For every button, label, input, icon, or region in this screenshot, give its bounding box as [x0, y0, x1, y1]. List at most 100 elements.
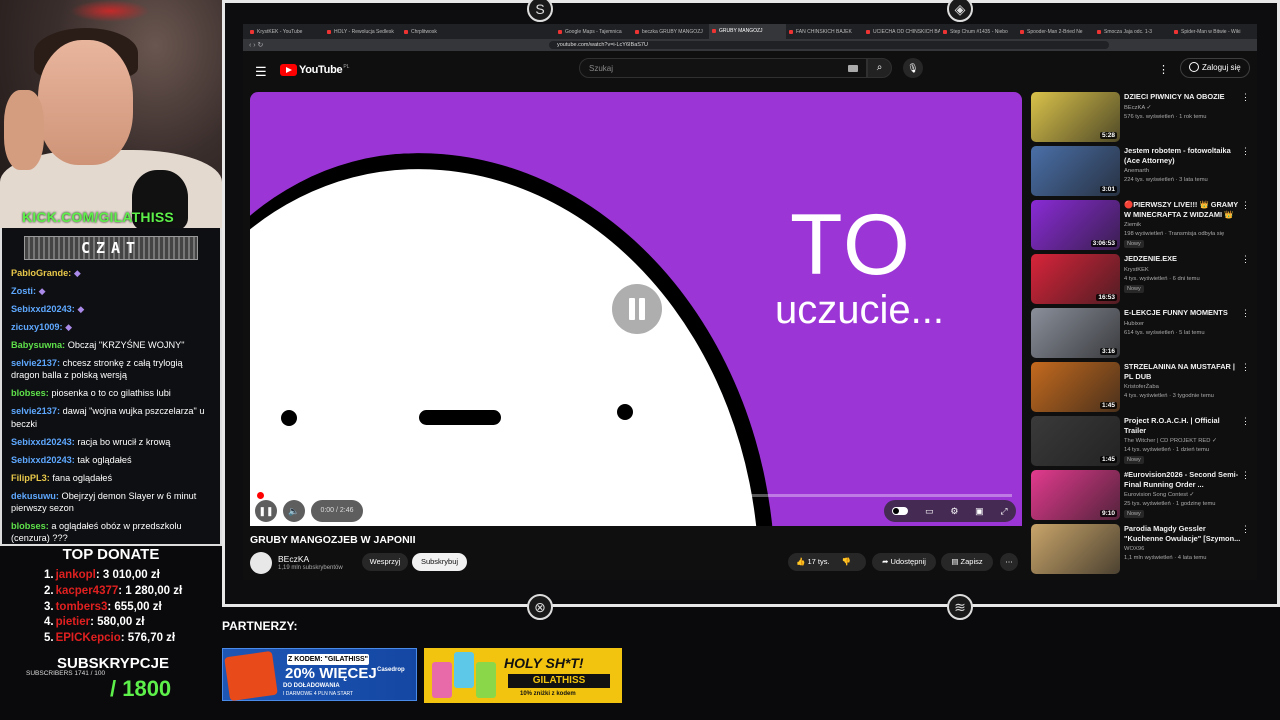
- chat-username[interactable]: selvie2137:: [11, 358, 60, 368]
- browser-tab[interactable]: FAN CHIŃSKICH BAJEK: [786, 29, 863, 35]
- scrubber-handle[interactable]: [257, 492, 264, 499]
- recommended-channel[interactable]: Hubixer: [1124, 320, 1244, 328]
- more-icon[interactable]: ⋮: [1241, 524, 1250, 535]
- video-thumbnail[interactable]: 1:45: [1031, 362, 1120, 412]
- recommended-channel[interactable]: The Witcher | CD PROJEKT RED ✓: [1124, 437, 1244, 445]
- chat-username[interactable]: Sebixxd20243:: [11, 455, 75, 465]
- chat-username[interactable]: zicuxy1009:: [11, 322, 63, 332]
- browser-tab[interactable]: KrystKEK - YouTube: [247, 29, 324, 35]
- nav-buttons[interactable]: ‹ › ↻: [249, 41, 279, 49]
- recommended-channel[interactable]: WOX96: [1124, 545, 1244, 553]
- recommended-title[interactable]: STRZELANINA NA MUSTAFAR | PL DUB: [1124, 362, 1242, 381]
- chat-username[interactable]: Zosti:: [11, 286, 36, 296]
- recommended-title[interactable]: 🔴PIERWSZY LIVE!!! 👑 GRAMY W MINECRAFTA Z…: [1124, 200, 1242, 219]
- browser-tab[interactable]: Step Chum #1435 - Niebo: [940, 29, 1017, 35]
- subscribe-button[interactable]: Subskrybuj: [412, 553, 467, 571]
- pause-overlay-icon[interactable]: [612, 284, 662, 334]
- browser-tab[interactable]: HOLY - Rewolucja Sedlesk: [324, 29, 401, 35]
- recommended-video[interactable]: 3:06:53 🔴PIERWSZY LIVE!!! 👑 GRAMY W MINEC…: [1031, 200, 1251, 251]
- progress-bar[interactable]: [257, 492, 1012, 499]
- recommended-channel[interactable]: Anemarth: [1124, 167, 1244, 175]
- chat-username[interactable]: Sebixxd20243:: [11, 437, 75, 447]
- browser-tab[interactable]: Spider-Man w Bitwie - Wiki: [1171, 29, 1248, 35]
- chat-username[interactable]: Babysuwna:: [11, 340, 65, 350]
- subtitles-icon[interactable]: ▭: [925, 506, 934, 517]
- chat-username[interactable]: dekusuwu:: [11, 491, 59, 501]
- browser-tab[interactable]: GRUBY MANGOZJ: [709, 24, 786, 39]
- more-icon[interactable]: ⋮: [1158, 63, 1169, 76]
- partner-banner-casedrop[interactable]: Z KODEM: "GILATHISS" 20% WIĘCEJ DO DOŁAD…: [222, 648, 417, 702]
- chat-username[interactable]: Sebixxd20243:: [11, 304, 75, 314]
- menu-icon[interactable]: ☰: [255, 64, 267, 80]
- more-actions-icon[interactable]: ⋯: [1000, 553, 1018, 571]
- video-thumbnail[interactable]: 1:45: [1031, 416, 1120, 466]
- video-thumbnail[interactable]: 3:06:53: [1031, 200, 1120, 250]
- chat-username[interactable]: blobses:: [11, 388, 49, 398]
- recommended-title[interactable]: JEDZENIE.EXE: [1124, 254, 1242, 264]
- recommended-channel[interactable]: KristoferŻaba: [1124, 383, 1244, 391]
- recommended-title[interactable]: DZIECI PIWNICY NA OBOZIE: [1124, 92, 1242, 102]
- more-icon[interactable]: ⋮: [1241, 146, 1250, 157]
- autoplay-toggle[interactable]: [892, 507, 909, 515]
- recommended-channel[interactable]: BEczKA ✓: [1124, 104, 1244, 112]
- recommended-video[interactable]: 1:45 Project R.O.A.C.H. | Official Traile…: [1031, 416, 1251, 467]
- url-field[interactable]: youtube.com/watch?v=i-LcY6IBaS7U: [549, 41, 1109, 49]
- browser-tab[interactable]: UCIECHA OD CHIŃSKICH BA: [863, 29, 940, 35]
- partner-banner-holyshit[interactable]: HOLY SH*T! GILATHISS 10% zniżki z kodem: [424, 648, 622, 703]
- recommended-channel[interactable]: KrystKEK: [1124, 266, 1244, 274]
- video-player[interactable]: TO uczucie... ❚❚ 🔈 0:00 / 2:46 ▭ ⚙ ▣ ⤢: [250, 92, 1022, 526]
- dislike-icon[interactable]: 👎: [842, 557, 851, 566]
- fullscreen-icon[interactable]: ⤢: [1000, 506, 1007, 517]
- volume-icon[interactable]: 🔈: [283, 500, 305, 522]
- recommended-video[interactable]: Parodia Magdy Gessler "Kuchenne Owulacje…: [1031, 524, 1251, 575]
- chat-username[interactable]: selvie2137:: [11, 406, 60, 416]
- recommended-video[interactable]: 1:45 STRZELANINA NA MUSTAFAR | PL DUB Kris…: [1031, 362, 1251, 413]
- chat-username[interactable]: blobses:: [11, 521, 49, 531]
- more-icon[interactable]: ⋮: [1241, 92, 1250, 103]
- channel-name[interactable]: BEczKA: [278, 554, 309, 564]
- recommended-title[interactable]: #Eurovision2026 - Second Semi-Final Runn…: [1124, 470, 1242, 489]
- more-icon[interactable]: ⋮: [1241, 308, 1250, 319]
- search-button[interactable]: ⌕: [867, 58, 892, 78]
- recommended-channel[interactable]: Ziemik: [1124, 221, 1244, 229]
- browser-tab[interactable]: Google Maps - Tajemnica: [555, 29, 632, 35]
- browser-tab[interactable]: Spooder-Man 2-Bried Ne: [1017, 29, 1094, 35]
- more-icon[interactable]: ⋮: [1241, 362, 1250, 373]
- browser-tab[interactable]: Smocza Jaja odc. 1-3: [1094, 29, 1171, 35]
- keyboard-icon[interactable]: [848, 65, 858, 72]
- voice-search-button[interactable]: 🎙: [903, 58, 923, 78]
- search-input[interactable]: Szukaj: [579, 58, 867, 78]
- pause-button[interactable]: ❚❚: [255, 500, 277, 522]
- more-icon[interactable]: ⋮: [1241, 416, 1250, 427]
- video-thumbnail[interactable]: 3:01: [1031, 146, 1120, 196]
- more-icon[interactable]: ⋮: [1241, 470, 1250, 481]
- recommended-title[interactable]: Parodia Magdy Gessler "Kuchenne Owulacje…: [1124, 524, 1242, 543]
- recommended-video[interactable]: 3:01 Jestem robotem - fotowoltaika (Ace A…: [1031, 146, 1251, 197]
- video-thumbnail[interactable]: 3:16: [1031, 308, 1120, 358]
- recommended-video[interactable]: 5:28 DZIECI PIWNICY NA OBOZIE BEczKA ✓ 576 …: [1031, 92, 1251, 143]
- browser-tab[interactable]: beczka GRUBY MANGOZJ: [632, 29, 709, 35]
- video-thumbnail[interactable]: 5:28: [1031, 92, 1120, 142]
- more-icon[interactable]: ⋮: [1241, 200, 1250, 211]
- save-button[interactable]: ▤ Zapisz: [941, 553, 993, 571]
- recommended-title[interactable]: Jestem robotem - fotowoltaika (Ace Attor…: [1124, 146, 1242, 165]
- video-thumbnail[interactable]: 16:53: [1031, 254, 1120, 304]
- browser-tab[interactable]: Chrplitwosk: [401, 29, 478, 35]
- recommended-title[interactable]: E-LEKCJE FUNNY MOMENTS: [1124, 308, 1242, 318]
- recommended-video[interactable]: 3:16 E-LEKCJE FUNNY MOMENTS Hubixer 614 tys…: [1031, 308, 1251, 359]
- recommended-channel[interactable]: Eurovision Song Contest ✓: [1124, 491, 1244, 499]
- youtube-logo[interactable]: YouTube PL: [280, 64, 349, 76]
- recommended-video[interactable]: 9:10 #Eurovision2026 - Second Semi-Final …: [1031, 470, 1251, 521]
- share-button[interactable]: ➦ Udostępnij: [872, 553, 936, 571]
- recommended-title[interactable]: Project R.O.A.C.H. | Official Trailer: [1124, 416, 1242, 435]
- support-button[interactable]: Wesprzyj: [362, 553, 408, 571]
- channel-avatar[interactable]: [250, 552, 272, 574]
- settings-icon[interactable]: ⚙: [950, 506, 958, 517]
- recommended-video[interactable]: 16:53 JEDZENIE.EXE KrystKEK 4 tys. wyświetl…: [1031, 254, 1251, 305]
- miniplayer-icon[interactable]: ▣: [975, 506, 984, 517]
- video-thumbnail[interactable]: [1031, 524, 1120, 574]
- video-thumbnail[interactable]: 9:10: [1031, 470, 1120, 520]
- chat-username[interactable]: FilipPL3:: [11, 473, 50, 483]
- like-button[interactable]: 👍 17 tys. 👎: [788, 553, 866, 571]
- chat-username[interactable]: PabloGrande:: [11, 268, 71, 278]
